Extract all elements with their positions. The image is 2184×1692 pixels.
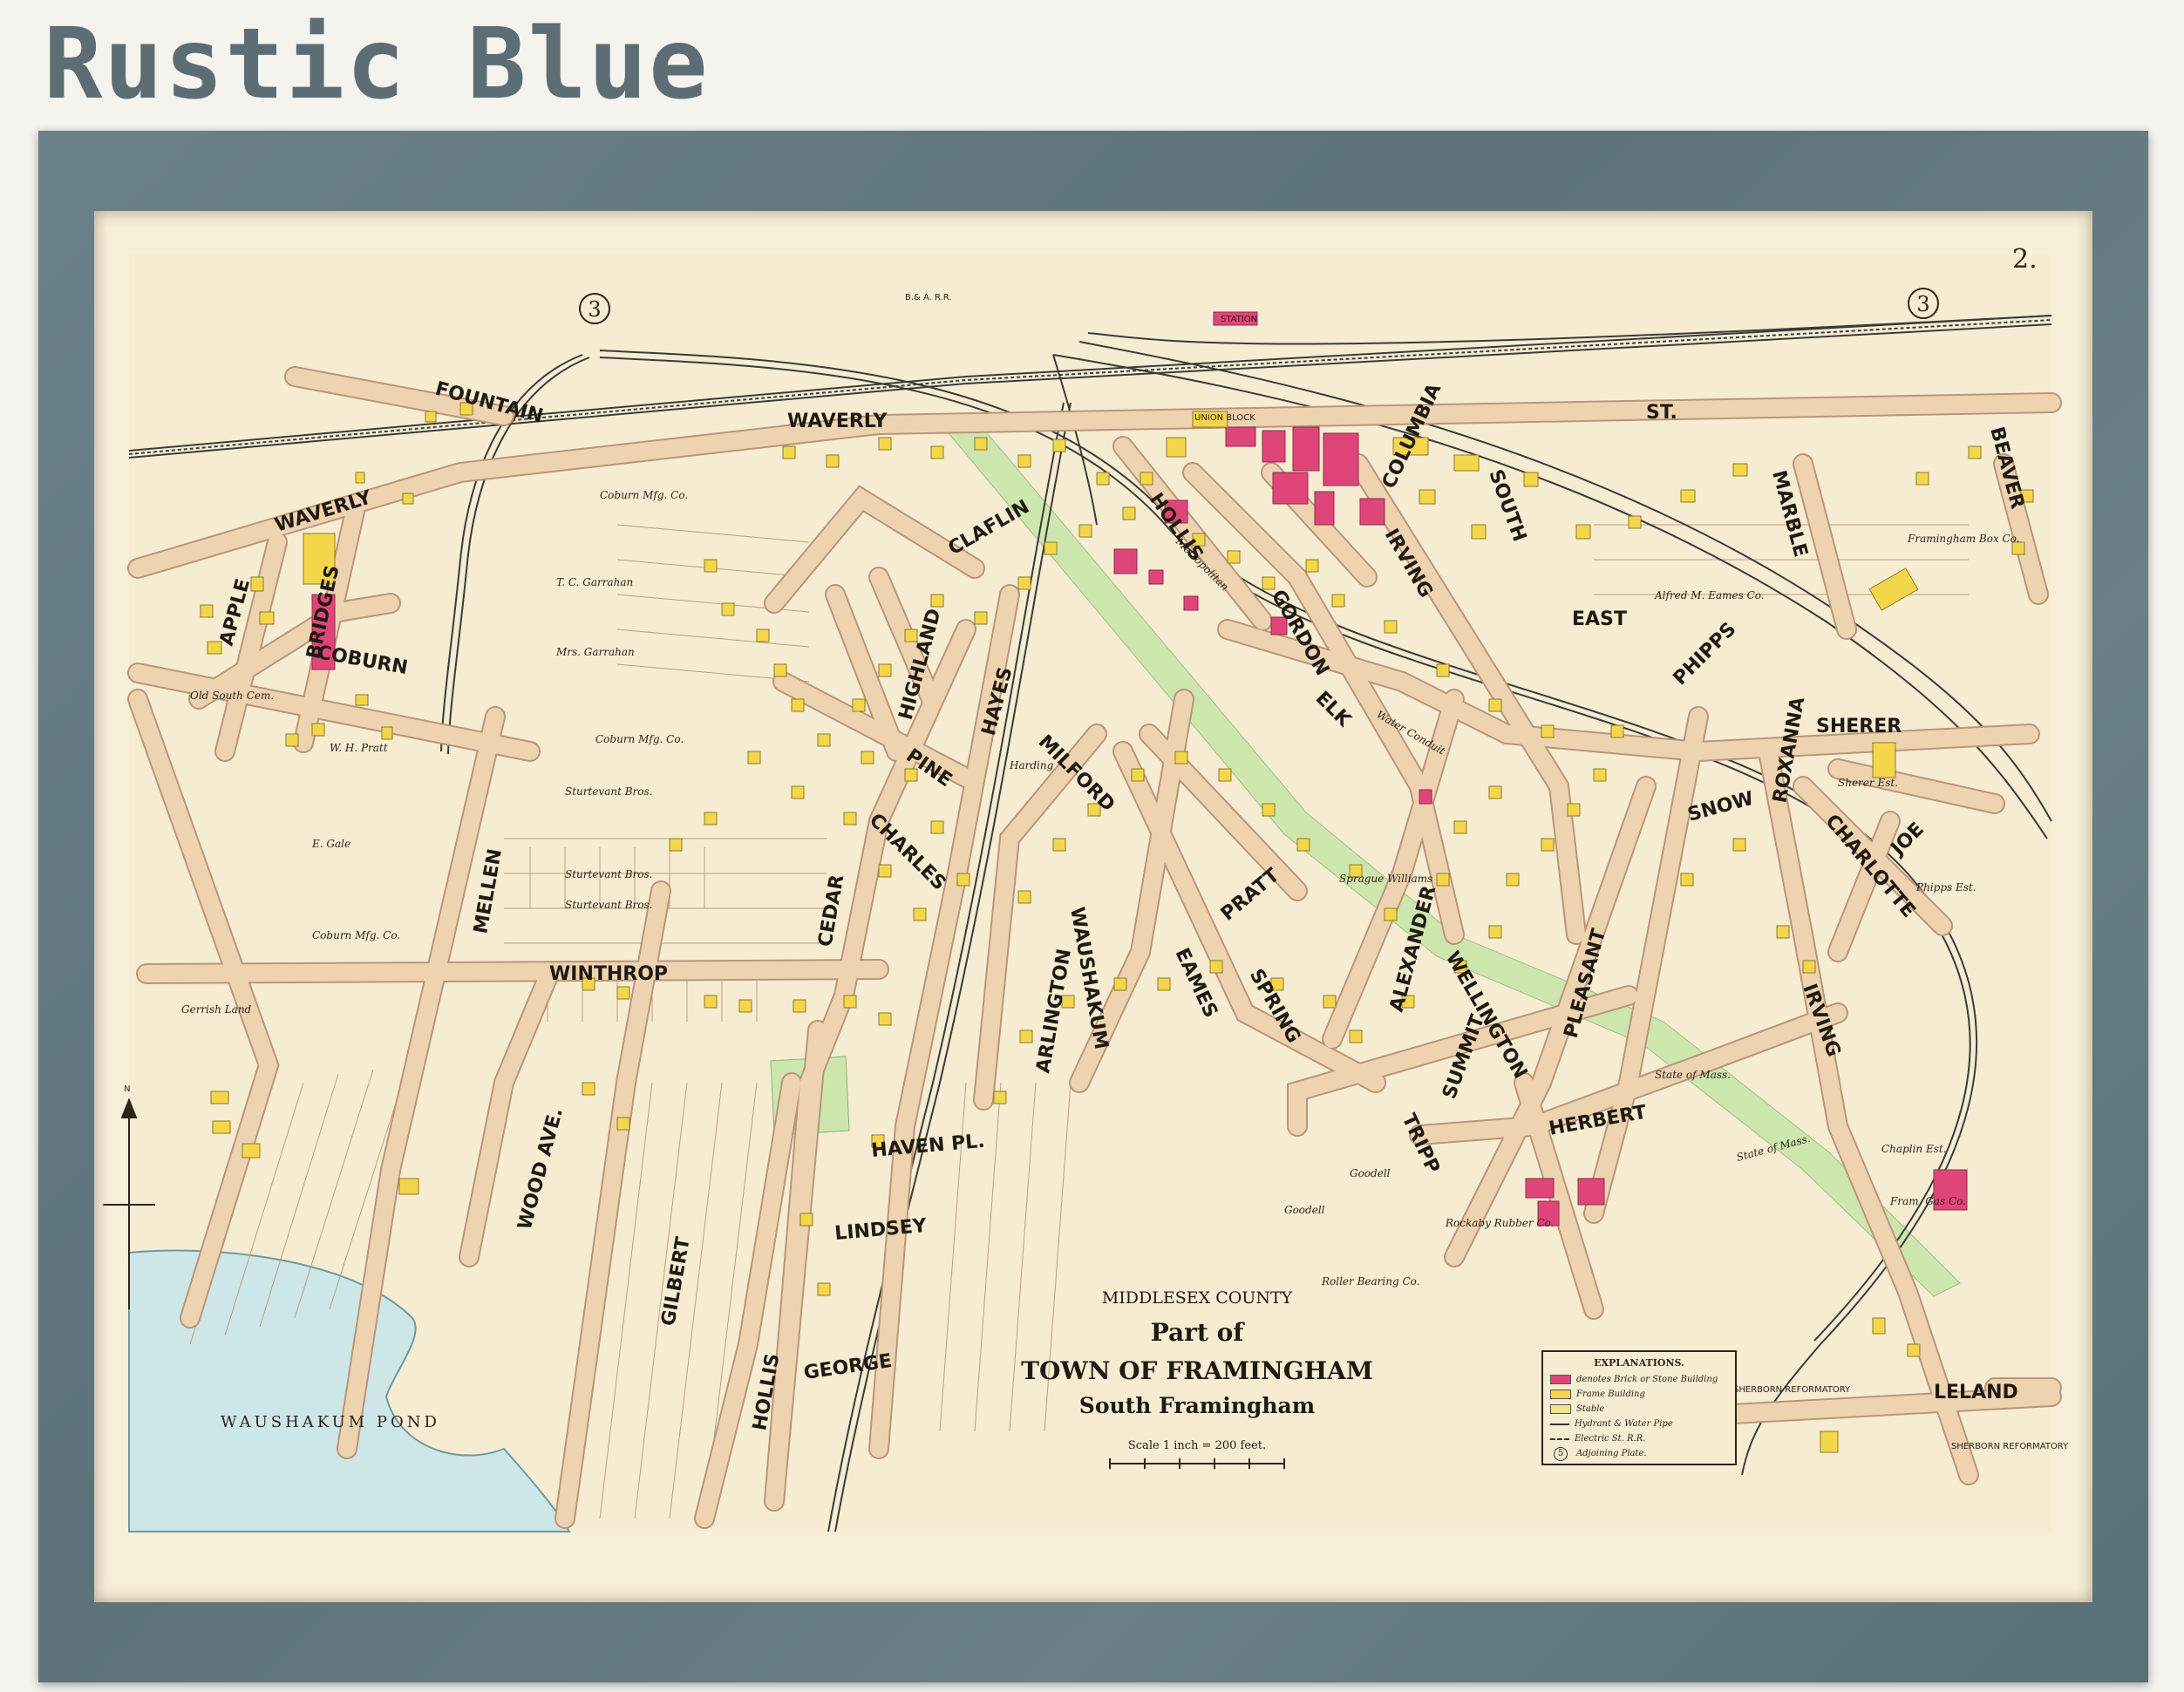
label-coburn-mfg: Coburn Mfg. Co. bbox=[312, 929, 400, 941]
label-sherer-est: Sherer Est. bbox=[1838, 777, 1898, 789]
label-sturtevant: Sturtevant Bros. bbox=[565, 899, 652, 911]
railroad-label: B.& A. R.R. bbox=[905, 293, 952, 302]
hydrant-symbol bbox=[1550, 1423, 1569, 1425]
adjoining-plate-marker-right: 3 bbox=[1908, 288, 1939, 319]
label-pratt: W. H. Pratt bbox=[330, 742, 388, 754]
label-roller: Roller Bearing Co. bbox=[1321, 1275, 1419, 1288]
label-fram-gas: Fram. Gas Co. bbox=[1889, 1195, 1966, 1207]
adjoining-plate-symbol: 5 bbox=[1554, 1446, 1568, 1461]
title-subtitle: South Framingham bbox=[1079, 1393, 1315, 1418]
plate-marker-number: 3 bbox=[1916, 292, 1929, 316]
label-rubber: Rockaby Rubber Co. bbox=[1445, 1217, 1554, 1229]
plate-marker-number: 3 bbox=[588, 297, 601, 322]
label-sherborn: SHERBORN REFORMATORY bbox=[1733, 1385, 1851, 1395]
pond-label: WAUSHAKUM POND bbox=[221, 1413, 440, 1431]
legend-item: Frame Building bbox=[1550, 1387, 1728, 1402]
map-canvas: N 3 3 2. B.& A. R.R. STATION WAVERLY ST.… bbox=[103, 244, 2069, 1532]
label-harding: Harding bbox=[1009, 759, 1054, 771]
street-sherer: SHERER bbox=[1816, 716, 1902, 737]
legend-box: EXPLANATIONS. denotes Brick or Stone Bui… bbox=[1541, 1350, 1737, 1465]
legend-label: Hydrant & Water Pipe bbox=[1575, 1419, 1673, 1429]
street-waverly: WAVERLY bbox=[787, 411, 888, 432]
label-coburn-mfg: Coburn Mfg. Co. bbox=[600, 489, 688, 501]
label-phipps-est: Phipps Est. bbox=[1915, 881, 1976, 894]
station-label: STATION bbox=[1221, 315, 1257, 324]
title-town: TOWN OF FRAMINGHAM bbox=[1021, 1356, 1373, 1385]
legend-label: denotes Brick or Stone Building bbox=[1576, 1375, 1718, 1384]
label-sturtevant: Sturtevant Bros. bbox=[565, 785, 652, 798]
street-leland: LELAND bbox=[1934, 1382, 2018, 1403]
label-gale: E. Gale bbox=[311, 838, 350, 850]
label-eames-co: Alfred M. Eames Co. bbox=[1654, 589, 1765, 601]
title-county: MIDDLESEX COUNTY bbox=[1102, 1288, 1293, 1308]
legend-label: Stable bbox=[1576, 1404, 1605, 1414]
title-scale: Scale 1 inch = 200 feet. bbox=[1128, 1439, 1266, 1452]
map-paper bbox=[129, 255, 2051, 1532]
label-sherborn: SHERBORN REFORMATORY bbox=[1951, 1442, 2069, 1451]
label-goodell: Goodell bbox=[1284, 1204, 1325, 1216]
brand-title: Rustic Blue bbox=[44, 8, 710, 121]
label-sprague: Sprague Williams bbox=[1339, 873, 1432, 885]
label-union-block: UNION BLOCK bbox=[1194, 413, 1255, 423]
legend-items: denotes Brick or Stone Building Frame Bui… bbox=[1550, 1372, 1728, 1461]
label-sturtevant: Sturtevant Bros. bbox=[565, 868, 652, 880]
title-part-of: Part of bbox=[1151, 1318, 1246, 1347]
label-coburn-mfg: Coburn Mfg. Co. bbox=[595, 733, 684, 745]
legend-label: Electric St. R.R. bbox=[1575, 1434, 1646, 1444]
label-goodell: Goodell bbox=[1350, 1167, 1391, 1179]
legend-item: Electric St. R.R. bbox=[1550, 1431, 1728, 1446]
label-state-mass: State of Mass. bbox=[1655, 1069, 1731, 1081]
street-winthrop: WINTHROP bbox=[549, 963, 668, 985]
legend-title: EXPLANATIONS. bbox=[1594, 1357, 1684, 1369]
label-old-south-cem: Old South Cem. bbox=[190, 690, 274, 702]
legend-item: Stable bbox=[1550, 1402, 1728, 1417]
north-label: N bbox=[124, 1084, 130, 1094]
street-st-suffix: ST. bbox=[1646, 402, 1677, 424]
legend-swatch bbox=[1550, 1375, 1571, 1384]
legend-label: Frame Building bbox=[1576, 1390, 1645, 1399]
legend-swatch bbox=[1550, 1390, 1571, 1399]
street-east: EAST bbox=[1572, 608, 1627, 630]
label-chaplin: Chaplin Est. bbox=[1881, 1143, 1947, 1155]
label-garrahan-tc: T. C. Garrahan bbox=[556, 576, 633, 588]
map-sheet[interactable]: N 3 3 2. B.& A. R.R. STATION WAVERLY ST.… bbox=[94, 211, 2092, 1602]
legend-swatch bbox=[1550, 1404, 1571, 1414]
label-gerrish: Gerrish Land bbox=[181, 1003, 252, 1016]
legend-item: denotes Brick or Stone Building bbox=[1550, 1372, 1728, 1387]
label-box-co: Framingham Box Co. bbox=[1907, 533, 2020, 545]
legend-item: Hydrant & Water Pipe bbox=[1550, 1417, 1728, 1431]
adjoining-plate-marker-left: 3 bbox=[579, 293, 610, 324]
plate-number: 2. bbox=[2012, 244, 2038, 275]
label-garrahan-mrs: Mrs. Garrahan bbox=[555, 646, 635, 658]
railway-symbol bbox=[1550, 1437, 1569, 1440]
legend-label: Adjoining Plate. bbox=[1576, 1449, 1647, 1458]
legend-item: 5 Adjoining Plate. bbox=[1550, 1446, 1728, 1461]
picture-frame: N 3 3 2. B.& A. R.R. STATION WAVERLY ST.… bbox=[38, 131, 2148, 1682]
